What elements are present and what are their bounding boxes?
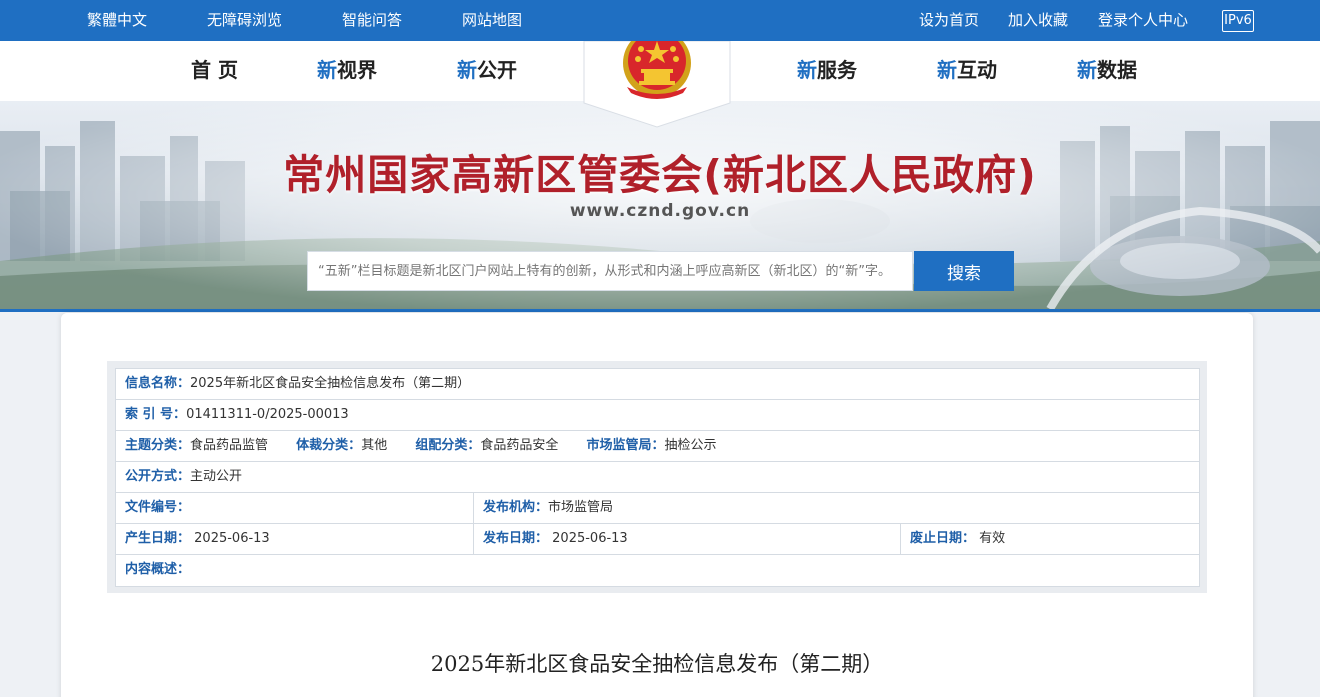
file-number-label: 文件编号： <box>125 500 191 515</box>
published-date-label: 发布日期： <box>483 531 549 546</box>
expiry-date-cell: 废止日期： 有效 <box>900 524 1005 554</box>
login-personal-center-link[interactable]: 登录个人中心 <box>1098 0 1188 41</box>
table-row: 信息名称：2025年新北区食品安全抽检信息发布（第二期） <box>116 369 1199 400</box>
table-row: 索 引 号：01411311-0/2025-00013 <box>116 400 1199 431</box>
expiry-date-value: 有效 <box>979 531 1006 546</box>
expiry-date-label: 废止日期： <box>910 531 976 546</box>
set-homepage-link[interactable]: 设为首页 <box>919 0 979 41</box>
published-date-value: 2025-06-13 <box>552 531 628 546</box>
search-button[interactable]: 搜索 <box>914 251 1014 291</box>
genre-label: 体裁分类： <box>296 438 362 453</box>
nav-label: 服务 <box>817 58 857 82</box>
banner-divider <box>0 309 1320 312</box>
index-number-label: 索 引 号： <box>125 407 187 422</box>
table-row: 公开方式：主动公开 <box>116 462 1199 493</box>
nav-new-prefix: 新 <box>937 58 957 82</box>
nav-label: 视界 <box>337 58 377 82</box>
published-date-cell: 发布日期： 2025-06-13 <box>473 524 628 554</box>
nav-new-prefix: 新 <box>317 58 337 82</box>
open-mode-value: 主动公开 <box>190 469 243 484</box>
top-utility-bar: 繁體中文 无障碍浏览 智能问答 网站地图 设为首页 加入收藏 登录个人中心 IP… <box>0 0 1320 41</box>
market-value: 抽检公示 <box>664 438 717 453</box>
nav-new-data[interactable]: 新数据 <box>1077 41 1137 101</box>
topic-label: 主题分类： <box>125 438 191 453</box>
search-input[interactable] <box>307 251 913 291</box>
created-date-label: 产生日期： <box>125 531 191 546</box>
accessible-browse-link[interactable]: 无障碍浏览 <box>207 0 282 41</box>
national-emblem-icon[interactable] <box>583 41 731 129</box>
org-label: 组配分类： <box>415 438 481 453</box>
article-title: 2025年新北区食品安全抽检信息发布（第二期） <box>430 652 884 676</box>
genre-value: 其他 <box>361 438 388 453</box>
table-row: 内容概述： <box>116 555 1199 586</box>
created-date-value: 2025-06-13 <box>194 531 270 546</box>
table-row: 文件编号： 发布机构：市场监管局 <box>116 493 1199 524</box>
header-banner: 常州国家高新区管委会(新北区人民政府) www.cznd.gov.cn 搜索 <box>0 101 1320 309</box>
ipv6-badge: IPv6 <box>1222 10 1254 32</box>
file-number-cell: 文件编号： <box>116 493 190 523</box>
table-row: 主题分类：食品药品监管 体裁分类：其他 组配分类：食品药品安全 市场监管局：抽检… <box>116 431 1199 462</box>
info-table: 信息名称：2025年新北区食品安全抽检信息发布（第二期） 索 引 号：01411… <box>115 368 1200 587</box>
nav-new-open[interactable]: 新公开 <box>457 41 517 101</box>
nav-new-prefix: 新 <box>457 58 477 82</box>
market-label: 市场监管局： <box>586 438 665 453</box>
open-mode-cell: 公开方式：主动公开 <box>116 462 242 492</box>
topic-value: 食品药品监管 <box>190 438 269 453</box>
info-name-value: 2025年新北区食品安全抽检信息发布（第二期） <box>190 376 471 391</box>
nav-label: 互动 <box>957 58 997 82</box>
nav-new-prefix: 新 <box>1077 58 1097 82</box>
classification-cell: 主题分类：食品药品监管 体裁分类：其他 组配分类：食品药品安全 市场监管局：抽检… <box>116 431 717 461</box>
info-name-label: 信息名称： <box>125 376 191 391</box>
nav-home-label: 首 页 <box>191 58 238 82</box>
open-mode-label: 公开方式： <box>125 469 191 484</box>
summary-label: 内容概述： <box>125 562 191 577</box>
info-name-cell: 信息名称：2025年新北区食品安全抽检信息发布（第二期） <box>116 369 470 399</box>
created-date-cell: 产生日期： 2025-06-13 <box>116 524 270 554</box>
issuer-label: 发布机构： <box>483 500 549 515</box>
site-url: www.cznd.gov.cn <box>569 201 751 221</box>
site-title: 常州国家高新区管委会(新北区人民政府) <box>283 151 1037 199</box>
nav-label: 公开 <box>477 58 517 82</box>
sitemap-link[interactable]: 网站地图 <box>462 0 522 41</box>
table-row: 产生日期： 2025-06-13 发布日期： 2025-06-13 废止日期： … <box>116 524 1199 555</box>
issuer-value: 市场监管局 <box>548 500 614 515</box>
nav-new-service[interactable]: 新服务 <box>797 41 857 101</box>
nav-new-interact[interactable]: 新互动 <box>937 41 997 101</box>
smart-qa-link[interactable]: 智能问答 <box>342 0 402 41</box>
issuer-cell: 发布机构：市场监管局 <box>473 493 613 523</box>
add-bookmark-link[interactable]: 加入收藏 <box>1008 0 1068 41</box>
summary-cell: 内容概述： <box>116 555 190 585</box>
index-number-value: 01411311-0/2025-00013 <box>186 407 349 422</box>
nav-new-vision[interactable]: 新视界 <box>317 41 377 101</box>
index-number-cell: 索 引 号：01411311-0/2025-00013 <box>116 400 349 430</box>
nav-new-prefix: 新 <box>797 58 817 82</box>
org-value: 食品药品安全 <box>480 438 559 453</box>
nav-home[interactable]: 首 页 <box>191 41 238 101</box>
traditional-chinese-link[interactable]: 繁體中文 <box>87 0 147 41</box>
nav-label: 数据 <box>1097 58 1137 82</box>
